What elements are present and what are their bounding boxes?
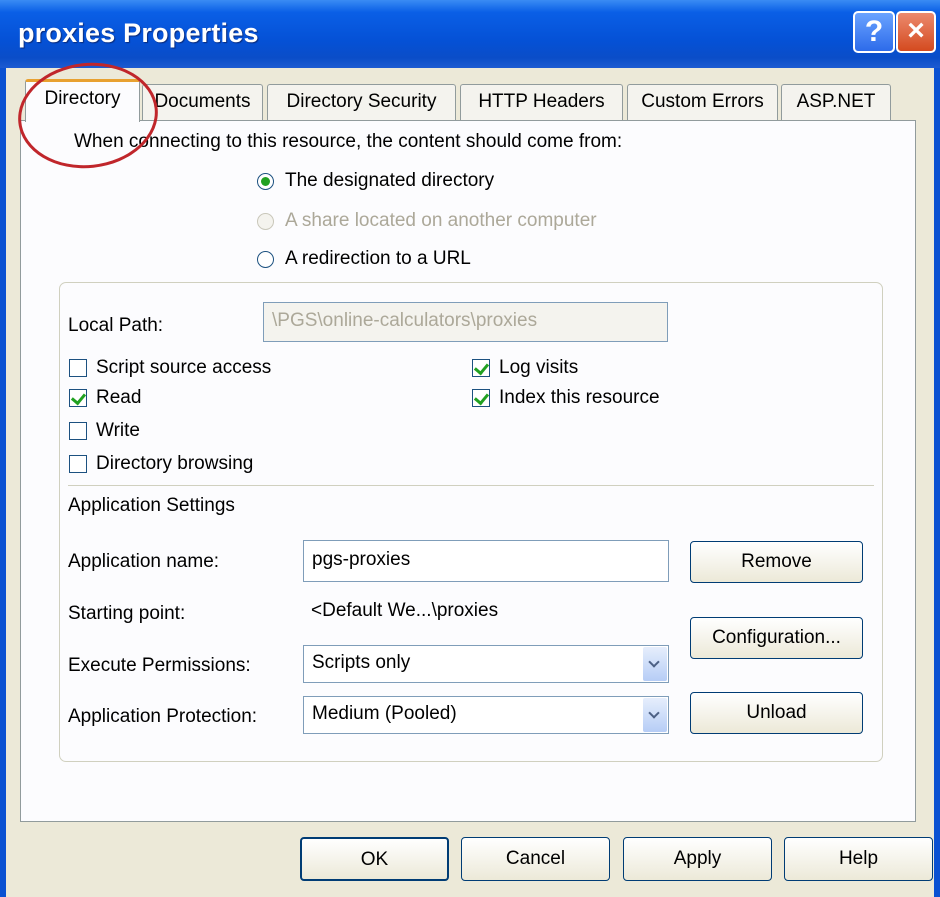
apply-button[interactable]: Apply <box>623 837 772 881</box>
read-checkbox[interactable] <box>69 389 87 407</box>
application-protection-label: Application Protection: <box>68 706 258 727</box>
unload-button[interactable]: Unload <box>690 692 863 734</box>
application-name-input[interactable]: pgs-proxies <box>303 540 669 582</box>
local-path-label: Local Path: <box>68 315 164 336</box>
starting-point-label: Starting point: <box>68 603 186 624</box>
tab-http-headers[interactable]: HTTP Headers <box>460 84 623 120</box>
help-button[interactable]: Help <box>784 837 933 881</box>
chevron-down-icon[interactable] <box>643 647 667 681</box>
application-name-label: Application name: <box>68 551 220 572</box>
application-protection-value: Medium (Pooled) <box>312 703 457 724</box>
write-label[interactable]: Write <box>96 420 140 442</box>
content-source-prompt: When connecting to this resource, the co… <box>74 131 623 152</box>
execute-permissions-label: Execute Permissions: <box>68 655 251 676</box>
execute-permissions-select[interactable]: Scripts only <box>303 645 669 683</box>
write-checkbox[interactable] <box>69 422 87 440</box>
help-title-icon[interactable]: ? <box>853 11 895 53</box>
radio-designated-directory[interactable] <box>257 173 274 190</box>
window-frame-left <box>0 68 6 897</box>
ok-button[interactable]: OK <box>300 837 449 881</box>
divider <box>68 485 874 486</box>
directory-browsing-checkbox[interactable] <box>69 455 87 473</box>
execute-permissions-value: Scripts only <box>312 652 411 673</box>
remove-button[interactable]: Remove <box>690 541 863 583</box>
cancel-button[interactable]: Cancel <box>461 837 610 881</box>
tab-documents[interactable]: Documents <box>142 84 263 120</box>
application-settings-heading: Application Settings <box>68 495 235 516</box>
index-resource-checkbox[interactable] <box>472 389 490 407</box>
directory-browsing-label[interactable]: Directory browsing <box>96 453 253 475</box>
close-icon[interactable]: × <box>896 11 936 53</box>
radio-redirection-url-label[interactable]: A redirection to a URL <box>285 248 471 270</box>
radio-redirection-url[interactable] <box>257 251 274 268</box>
radio-designated-directory-label[interactable]: The designated directory <box>285 170 494 192</box>
index-resource-label[interactable]: Index this resource <box>499 387 660 409</box>
configuration-button[interactable]: Configuration... <box>690 617 863 659</box>
starting-point-value: <Default We...\proxies <box>311 600 499 621</box>
radio-share-another-computer <box>257 213 274 230</box>
application-protection-select[interactable]: Medium (Pooled) <box>303 696 669 734</box>
script-source-access-checkbox[interactable] <box>69 359 87 377</box>
tab-asp-net[interactable]: ASP.NET <box>781 84 891 120</box>
log-visits-label[interactable]: Log visits <box>499 357 578 379</box>
chevron-down-icon[interactable] <box>643 698 667 732</box>
window-frame-right <box>934 68 940 897</box>
local-path-field: \PGS\online-calculators\proxies <box>263 302 668 342</box>
log-visits-checkbox[interactable] <box>472 359 490 377</box>
script-source-access-label[interactable]: Script source access <box>96 357 271 379</box>
tab-directory-security[interactable]: Directory Security <box>267 84 456 120</box>
tab-custom-errors[interactable]: Custom Errors <box>627 84 778 120</box>
radio-share-another-computer-label: A share located on another computer <box>285 210 597 231</box>
window-title: proxies Properties <box>18 18 259 48</box>
settings-group-box <box>59 282 883 762</box>
read-label[interactable]: Read <box>96 387 141 409</box>
